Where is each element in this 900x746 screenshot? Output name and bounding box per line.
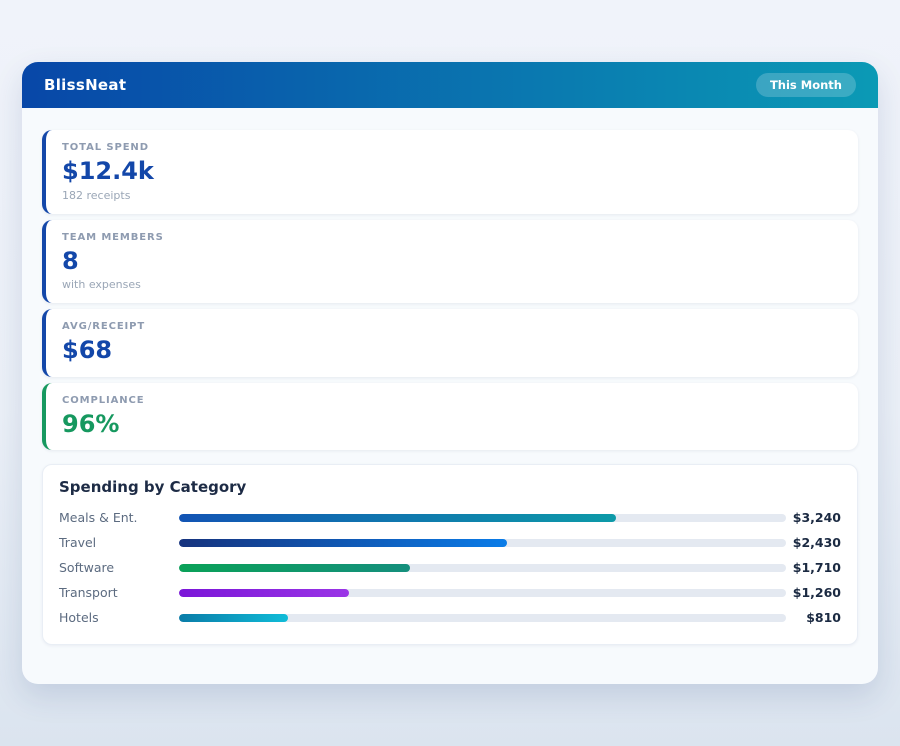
category-value: $810	[786, 610, 841, 625]
stat-label: TEAM MEMBERS	[62, 232, 842, 243]
stat-sub: 182 receipts	[62, 189, 842, 202]
app-header: BlissNeat This Month	[22, 62, 878, 108]
period-badge[interactable]: This Month	[756, 73, 856, 97]
chart-row-travel: Travel $2,430	[59, 530, 841, 555]
category-value: $2,430	[786, 535, 841, 550]
bar-track	[179, 539, 786, 547]
category-label: Meals & Ent.	[59, 510, 179, 525]
chart-row-hotels: Hotels $810	[59, 605, 841, 630]
bar-fill	[179, 589, 349, 597]
category-label: Travel	[59, 535, 179, 550]
stat-label: AVG/RECEIPT	[62, 321, 842, 332]
stat-label: TOTAL SPEND	[62, 142, 842, 153]
bar-fill	[179, 539, 507, 547]
chart-row-software: Software $1,710	[59, 555, 841, 580]
category-label: Transport	[59, 585, 179, 600]
bar-fill	[179, 564, 410, 572]
stat-card-total-spend: TOTAL SPEND $12.4k 182 receipts	[42, 130, 858, 214]
chart-row-meals: Meals & Ent. $3,240	[59, 505, 841, 530]
stat-card-compliance: COMPLIANCE 96%	[42, 383, 858, 451]
category-value: $1,260	[786, 585, 841, 600]
bar-track	[179, 514, 786, 522]
stat-value: $68	[62, 337, 842, 365]
category-label: Hotels	[59, 610, 179, 625]
dashboard-content: TOTAL SPEND $12.4k 182 receipts TEAM MEM…	[22, 108, 878, 645]
dashboard-panel: BlissNeat This Month TOTAL SPEND $12.4k …	[22, 62, 878, 684]
bar-fill	[179, 614, 288, 622]
stat-value: 96%	[62, 411, 842, 439]
stat-value: 8	[62, 248, 842, 276]
stat-card-avg-receipt: AVG/RECEIPT $68	[42, 309, 858, 377]
stat-value: $12.4k	[62, 158, 842, 186]
app-title: BlissNeat	[44, 76, 126, 94]
spending-by-category-card: Spending by Category Meals & Ent. $3,240…	[42, 464, 858, 645]
stat-label: COMPLIANCE	[62, 395, 842, 406]
chart-title: Spending by Category	[59, 478, 841, 496]
category-value: $1,710	[786, 560, 841, 575]
bar-fill	[179, 514, 616, 522]
bar-track	[179, 589, 786, 597]
category-value: $3,240	[786, 510, 841, 525]
stat-card-team-members: TEAM MEMBERS 8 with expenses	[42, 220, 858, 304]
stat-sub: with expenses	[62, 278, 842, 291]
bar-track	[179, 614, 786, 622]
category-label: Software	[59, 560, 179, 575]
bar-track	[179, 564, 786, 572]
chart-row-transport: Transport $1,260	[59, 580, 841, 605]
